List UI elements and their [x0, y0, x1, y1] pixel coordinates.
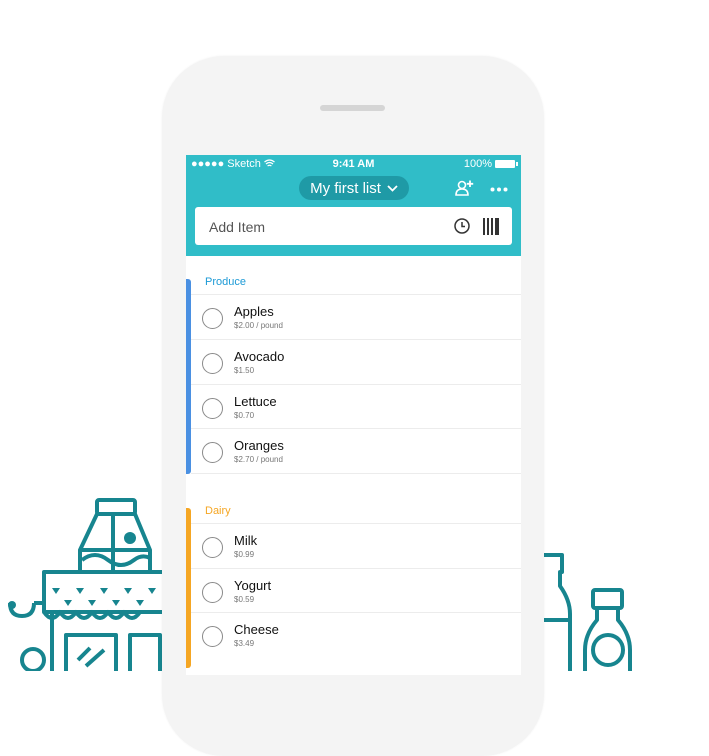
checkbox[interactable]: [202, 626, 223, 647]
add-item-bar: [195, 207, 512, 247]
bottles-illustration: [540, 553, 632, 671]
item-price: $0.70: [234, 411, 255, 420]
item-name: Avocado: [234, 349, 285, 364]
checkbox[interactable]: [202, 442, 223, 463]
list-title: My first list: [310, 179, 381, 197]
item-name: Cheese: [234, 622, 279, 637]
more-icon[interactable]: [490, 187, 508, 192]
item-name: Oranges: [234, 438, 284, 453]
item-name: Milk: [234, 533, 258, 548]
list-item[interactable]: Apples $2.00 / pound: [191, 294, 521, 339]
battery-percent: 100%: [463, 158, 492, 170]
list-selector[interactable]: My first list: [299, 176, 409, 200]
battery-indicator: 100%: [463, 158, 518, 170]
item-name: Apples: [234, 304, 274, 319]
item-name: Lettuce: [234, 394, 277, 409]
item-name: Yogurt: [234, 578, 272, 593]
item-price: $0.99: [234, 550, 255, 559]
status-bar: ●●●●● Sketch 9:41 AM 100%: [186, 158, 521, 172]
item-price: $2.70 / pound: [234, 455, 283, 464]
checkbox[interactable]: [202, 537, 223, 558]
chevron-down-icon: [387, 184, 398, 192]
list-item[interactable]: Avocado $1.50: [191, 339, 521, 384]
item-price: $3.49: [234, 639, 255, 648]
phone-speaker: [320, 105, 385, 111]
app-screen: ●●●●● Sketch 9:41 AM 100% My first list: [186, 155, 521, 675]
list-item[interactable]: Yogurt $0.59: [191, 568, 521, 613]
checkbox[interactable]: [202, 582, 223, 603]
list-item[interactable]: Oranges $2.70 / pound: [191, 428, 521, 474]
item-price: $1.50: [234, 366, 255, 375]
item-price: $2.00 / pound: [234, 321, 283, 330]
checkbox[interactable]: [202, 308, 223, 329]
item-price: $0.59: [234, 595, 255, 604]
list-item[interactable]: Cheese $3.49: [191, 612, 521, 657]
clock-icon[interactable]: [454, 218, 470, 234]
list-item[interactable]: Milk $0.99: [191, 523, 521, 568]
checkbox[interactable]: [202, 398, 223, 419]
barcode-icon[interactable]: [482, 218, 500, 235]
section-title: Dairy: [205, 505, 231, 517]
battery-icon: [495, 160, 518, 168]
add-person-icon[interactable]: [455, 180, 475, 196]
section-title: Produce: [205, 276, 246, 288]
checkbox[interactable]: [202, 353, 223, 374]
app-header: ●●●●● Sketch 9:41 AM 100% My first list: [186, 155, 521, 256]
add-item-input[interactable]: [207, 207, 441, 247]
list-item[interactable]: Lettuce $0.70: [191, 384, 521, 429]
grocery-store-illustration: [8, 498, 170, 671]
